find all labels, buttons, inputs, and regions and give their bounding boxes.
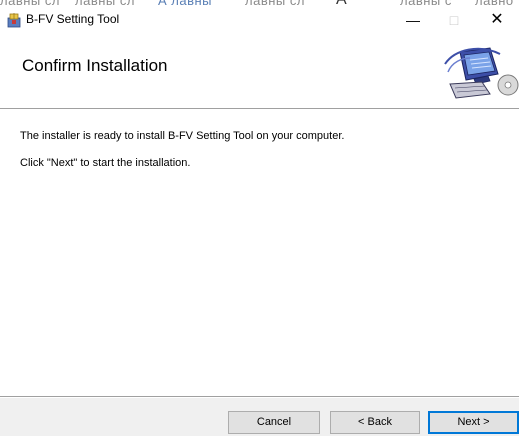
installer-app-icon [7, 13, 21, 28]
background-text: лавны сл [75, 0, 135, 8]
background-text: лавны с [400, 0, 452, 8]
background-text: А [336, 0, 347, 9]
back-button[interactable]: < Back [330, 411, 420, 434]
computer-setup-icon [444, 47, 519, 99]
cancel-button[interactable]: Cancel [228, 411, 320, 434]
title-bar[interactable]: B-FV Setting Tool — □ ✕ [0, 9, 519, 31]
close-button[interactable]: ✕ [477, 9, 517, 31]
minimize-button[interactable]: — [393, 9, 433, 31]
content-area: The installer is ready to install B-FV S… [0, 110, 519, 396]
maximize-button[interactable]: □ [434, 9, 474, 31]
next-button[interactable]: Next > [428, 411, 519, 434]
header-banner: Confirm Installation [0, 31, 519, 108]
background-text: лавны сл [245, 0, 305, 8]
background-app-strip: лавны сл лавны сл А лавны лавны сл А лав… [0, 0, 519, 9]
window-title: B-FV Setting Tool [26, 12, 120, 26]
background-text: лавно [475, 0, 514, 8]
background-text: А лавны [158, 0, 213, 8]
page-title: Confirm Installation [22, 56, 168, 75]
background-text: лавны сл [0, 0, 60, 8]
ready-message: The installer is ready to install B-FV S… [20, 130, 345, 142]
button-bar: Cancel < Back Next > [0, 398, 519, 436]
instruction-message: Click "Next" to start the installation. [20, 157, 191, 169]
installer-window: лавны сл лавны сл А лавны лавны сл А лав… [0, 0, 519, 436]
